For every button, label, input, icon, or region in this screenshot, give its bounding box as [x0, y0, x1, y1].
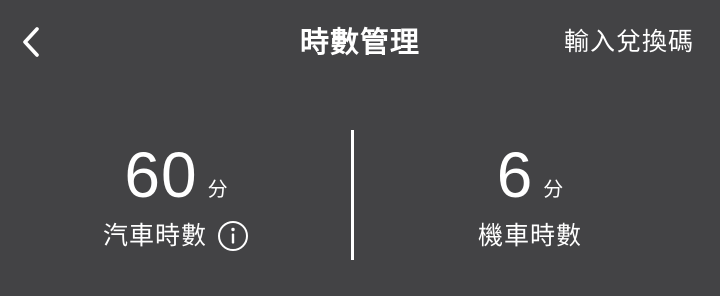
back-button[interactable] — [10, 20, 54, 64]
scooter-hours-value-row: 6 分 — [354, 132, 706, 210]
scooter-hours-unit: 分 — [543, 177, 564, 201]
car-hours-unit: 分 — [207, 177, 228, 201]
car-hours-value: 60 — [124, 139, 198, 211]
car-hours-label: 汽車時數 — [102, 221, 207, 250]
scooter-hours-label-row: 機車時數 — [354, 216, 706, 256]
scooter-hours-panel: 6 分 機車時數 — [354, 132, 706, 256]
chevron-left-icon — [10, 20, 54, 64]
scooter-hours-value: 6 — [496, 139, 534, 211]
scooter-hours-label: 機車時數 — [477, 221, 582, 250]
car-hours-value-row: 60 分 — [0, 132, 352, 210]
car-hours-label-row: 汽車時數 — [0, 216, 352, 256]
info-icon[interactable] — [217, 220, 249, 252]
car-hours-panel: 60 分 汽車時數 — [0, 132, 352, 256]
header-bar: 時數管理 輸入兌換碼 — [0, 0, 720, 84]
redeem-code-button[interactable]: 輸入兌換碼 — [564, 24, 694, 60]
